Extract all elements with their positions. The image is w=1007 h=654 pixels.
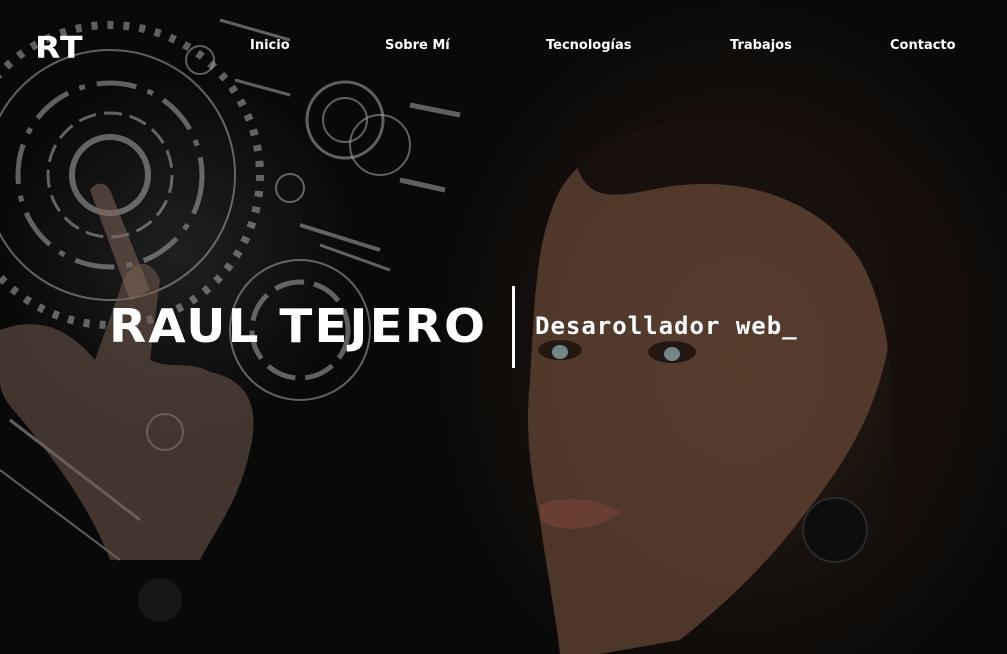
hero-divider xyxy=(512,286,515,368)
hero-section: RT Inicio Sobre Mí Tecnologías Trabajos … xyxy=(0,0,1007,654)
nav-link-sobre-mi[interactable]: Sobre Mí xyxy=(385,38,450,54)
nav-link-inicio[interactable]: Inicio xyxy=(250,38,290,54)
hero-name: RAUL TEJERO xyxy=(109,299,488,353)
nav-link-contacto[interactable]: Contacto xyxy=(890,38,956,54)
top-navigation: RT Inicio Sobre Mí Tecnologías Trabajos … xyxy=(0,0,1007,95)
typing-cursor: _ xyxy=(782,312,798,340)
nav-link-trabajos[interactable]: Trabajos xyxy=(730,38,792,54)
nav-link-tecnologias[interactable]: Tecnologías xyxy=(546,38,632,54)
site-logo[interactable]: RT xyxy=(35,32,84,66)
hero-role: Desarollador web_ xyxy=(535,310,798,342)
hero-role-text: Desarollador web xyxy=(535,312,783,340)
